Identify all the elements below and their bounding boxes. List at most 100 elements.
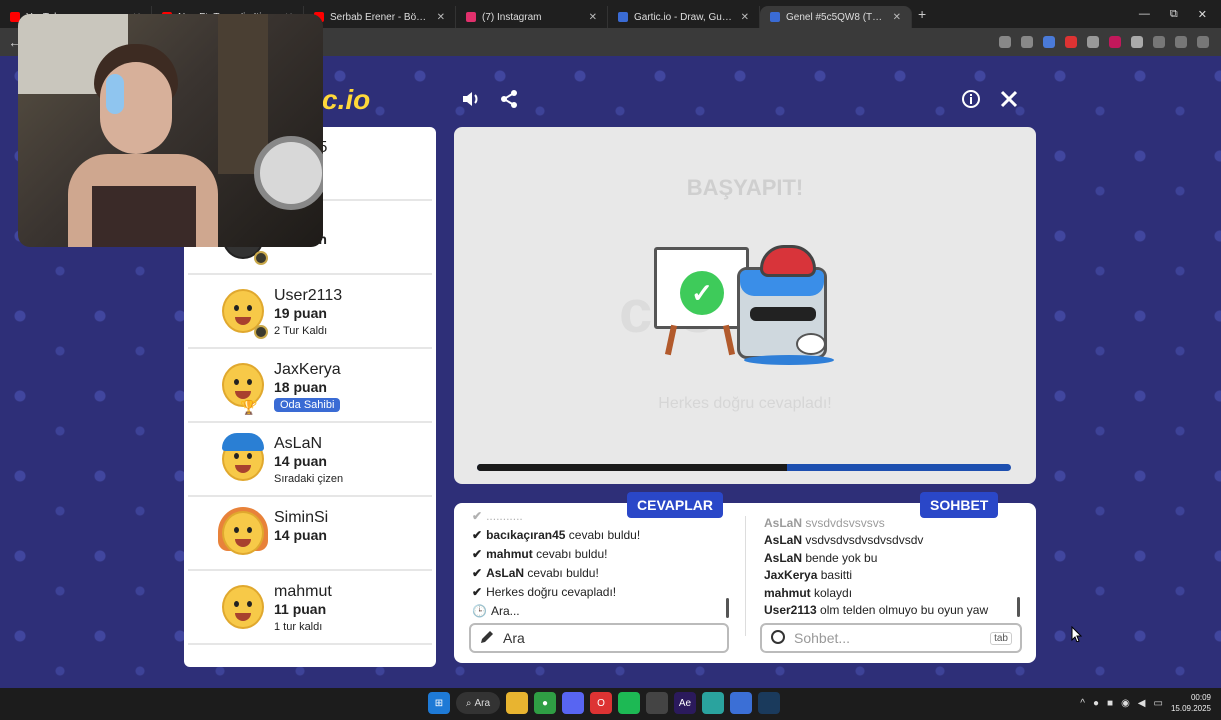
tab-close-icon[interactable]: ✕ bbox=[589, 12, 597, 23]
settings-icon[interactable] bbox=[1131, 36, 1143, 48]
panel-divider bbox=[745, 516, 746, 636]
host-badge: Oda Sahibi bbox=[274, 398, 341, 412]
nvidia-icon[interactable]: ■ bbox=[1107, 698, 1113, 709]
microphone-icon[interactable]: ● bbox=[1093, 698, 1099, 709]
player-row[interactable]: User2113 19 puan 2 Tur Kaldı bbox=[188, 275, 432, 349]
app-icon[interactable] bbox=[702, 692, 724, 714]
player-row[interactable]: 🏆 JaxKerya 18 puan Oda Sahibi bbox=[188, 349, 432, 423]
cast-icon[interactable] bbox=[999, 36, 1011, 48]
extension-icon[interactable] bbox=[1087, 36, 1099, 48]
player-name: mahmut bbox=[274, 583, 332, 600]
answers-scrollbar[interactable] bbox=[726, 598, 729, 618]
tab-close-icon[interactable]: ✕ bbox=[893, 12, 901, 23]
answer-user: bacıkaçıran45 bbox=[486, 527, 566, 542]
clock-icon: 🕒 bbox=[472, 603, 487, 618]
answer-item: ✔ AsLaN cevabı buldu! bbox=[472, 563, 732, 582]
answer-text: Herkes doğru cevapladı! bbox=[486, 584, 617, 599]
info-icon[interactable] bbox=[960, 88, 982, 110]
tab-close-icon[interactable]: ✕ bbox=[437, 12, 445, 23]
wifi-icon[interactable]: ◉ bbox=[1121, 698, 1130, 709]
taskbar-search[interactable]: ⌕ Ara bbox=[456, 692, 500, 714]
check-icon: ✔ bbox=[472, 546, 483, 561]
app-icon[interactable] bbox=[730, 692, 752, 714]
answer-text: cevabı buldu! bbox=[524, 565, 599, 580]
drawing-canvas[interactable]: BAŞYAPIT! c s Herkes doğru cevapladı! ✓ bbox=[454, 127, 1036, 484]
adblock-icon[interactable] bbox=[1065, 36, 1077, 48]
browser-tab[interactable]: Genel #5c5QW8 (Türkçe) ✕ bbox=[760, 6, 912, 28]
chat-text: olm telden olmuyo bu oyun yaw bbox=[816, 602, 989, 617]
headphones-icon bbox=[106, 74, 124, 114]
answer-item: ✔ Herkes doğru cevapladı! bbox=[472, 582, 732, 601]
check-icon: ✔ bbox=[472, 584, 483, 599]
player-avatar bbox=[218, 433, 268, 487]
new-tab-button[interactable]: + bbox=[918, 6, 926, 22]
tab-favicon-icon bbox=[770, 12, 780, 22]
spotify-icon[interactable] bbox=[618, 692, 640, 714]
player-row[interactable]: AsLaN 14 puan Sıradaki çizen bbox=[188, 423, 432, 497]
chevron-up-icon[interactable]: ^ bbox=[1080, 698, 1085, 709]
answer-input[interactable]: Ara bbox=[469, 623, 729, 653]
file-explorer-icon[interactable] bbox=[506, 692, 528, 714]
after-effects-icon[interactable]: Ae bbox=[674, 692, 696, 714]
close-window-icon[interactable]: ✕ bbox=[1198, 8, 1207, 21]
extension-icon[interactable] bbox=[1043, 36, 1055, 48]
mouse-cursor-icon bbox=[1071, 625, 1083, 645]
close-icon[interactable] bbox=[998, 88, 1020, 110]
player-score: 14 puan bbox=[274, 453, 327, 469]
extension-icon[interactable] bbox=[1109, 36, 1121, 48]
tab-favicon-icon bbox=[618, 12, 628, 22]
chat-text: bende yok bu bbox=[802, 550, 878, 565]
chat-input[interactable]: Sohbet... tab bbox=[760, 623, 1022, 653]
player-score: 14 puan bbox=[274, 527, 327, 543]
browser-tab[interactable]: Gartic.io - Draw, Guess, WIN ✕ bbox=[608, 6, 760, 28]
webcam-fan bbox=[254, 136, 323, 210]
chrome-icon[interactable]: ● bbox=[534, 692, 556, 714]
volume-icon[interactable]: ◀ bbox=[1138, 698, 1146, 709]
share-icon[interactable] bbox=[498, 88, 520, 110]
speaker-icon[interactable] bbox=[460, 88, 482, 110]
chat-message: AsLaN vsdvsdvsdvsdvsdvsdv bbox=[764, 533, 1024, 550]
status-dot-icon bbox=[254, 325, 268, 339]
browser-tab[interactable]: (7) Instagram ✕ bbox=[456, 6, 608, 28]
minimize-icon[interactable]: — bbox=[1139, 8, 1150, 21]
easel-illustration: ✓ bbox=[654, 247, 749, 356]
beret-illustration bbox=[760, 245, 816, 277]
profile-icon[interactable] bbox=[1175, 36, 1187, 48]
steam-icon[interactable] bbox=[758, 692, 780, 714]
chat-user: AsLaN bbox=[764, 533, 803, 548]
chatgpt-icon[interactable] bbox=[646, 692, 668, 714]
tab-chat[interactable]: SOHBET bbox=[920, 492, 999, 518]
opera-icon[interactable]: O bbox=[590, 692, 612, 714]
answer-item: ✔ mahmut cevabı buldu! bbox=[472, 544, 732, 563]
restore-icon[interactable]: ⧉ bbox=[1170, 8, 1178, 21]
player-row[interactable]: mahmut 11 puan 1 tur kaldı bbox=[188, 571, 432, 645]
chat-message: mahmut kolaydı bbox=[764, 586, 1024, 603]
answer-item: ✔ bacıkaçıran45 cevabı buldu! bbox=[472, 525, 732, 544]
gartic-logo: c.io bbox=[322, 84, 371, 115]
menu-icon[interactable] bbox=[1197, 36, 1209, 48]
windows-start-icon[interactable]: ⊞ bbox=[428, 692, 450, 714]
battery-icon[interactable]: ▭ bbox=[1154, 698, 1163, 709]
chat-message: User2113 olm telden olmuyo bu oyun yaw bbox=[764, 603, 1024, 620]
pencil-icon bbox=[479, 629, 495, 648]
player-row[interactable]: SiminSi 14 puan bbox=[188, 497, 432, 571]
chat-bubble-icon bbox=[770, 629, 786, 648]
trophy-icon: 🏆 bbox=[240, 399, 258, 415]
browser-tab[interactable]: Serbab Erener - Böyledir Benim ✕ bbox=[304, 6, 456, 28]
system-tray: ^ ● ■ ◉ ◀ ▭ 00:09 15.09.2025 bbox=[1080, 692, 1211, 714]
chat-user: mahmut bbox=[764, 585, 811, 600]
clock[interactable]: 00:09 15.09.2025 bbox=[1171, 692, 1211, 714]
tab-close-icon[interactable]: ✕ bbox=[741, 12, 749, 23]
discord-icon[interactable] bbox=[562, 692, 584, 714]
status-dot-icon bbox=[254, 251, 268, 265]
puzzle-icon[interactable] bbox=[1153, 36, 1165, 48]
chat-scrollbar[interactable] bbox=[1017, 597, 1020, 617]
chat-list: AsLaN svsdvdsvsvsvs AsLaN vsdvsdvsdvsdvsd… bbox=[764, 516, 1024, 620]
top-right-controls bbox=[960, 88, 1020, 110]
player-name: SiminSi bbox=[274, 509, 329, 526]
chat-user: AsLaN bbox=[764, 516, 803, 530]
check-icon: ✓ bbox=[680, 271, 724, 315]
answer-user: mahmut bbox=[486, 546, 533, 561]
webcam-person-top bbox=[92, 186, 196, 247]
bookmark-star-icon[interactable] bbox=[1021, 36, 1033, 48]
